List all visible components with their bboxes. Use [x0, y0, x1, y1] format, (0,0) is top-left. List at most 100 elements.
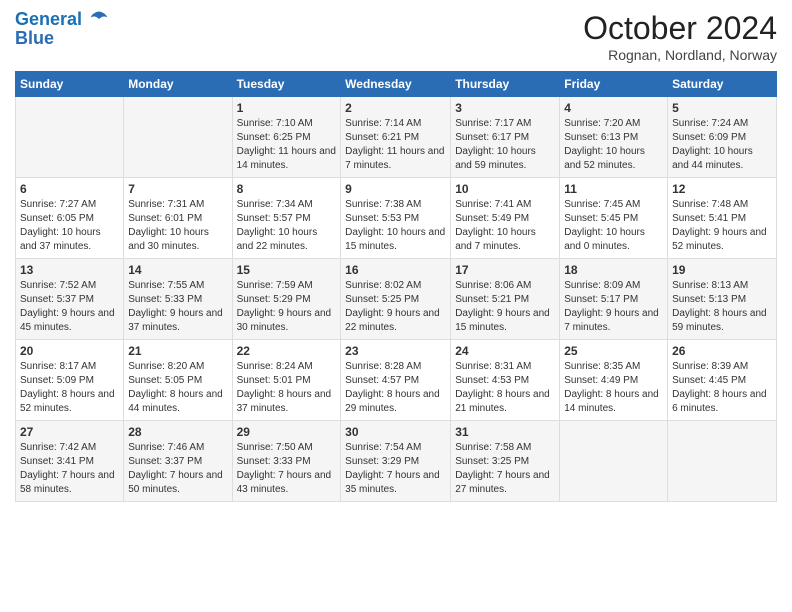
day-info: Sunrise: 7:17 AMSunset: 6:17 PMDaylight:…	[455, 117, 555, 173]
calendar-cell: 7 Sunrise: 7:31 AMSunset: 6:01 PMDaylight…	[124, 178, 232, 259]
col-header-wednesday: Wednesday	[341, 72, 451, 97]
day-number: 17	[455, 263, 555, 277]
day-number: 31	[455, 425, 555, 439]
week-row-2: 6 Sunrise: 7:27 AMSunset: 6:05 PMDaylight…	[16, 178, 777, 259]
calendar-cell: 6 Sunrise: 7:27 AMSunset: 6:05 PMDaylight…	[16, 178, 124, 259]
logo: General Blue	[15, 10, 109, 49]
calendar-cell: 24 Sunrise: 8:31 AMSunset: 4:53 PMDayligh…	[451, 340, 560, 421]
calendar-cell: 12Sunrise: 7:48 AMSunset: 5:41 PMDayligh…	[668, 178, 777, 259]
day-info: Sunrise: 7:48 AMSunset: 5:41 PMDaylight:…	[672, 198, 772, 254]
calendar-cell: 3 Sunrise: 7:17 AMSunset: 6:17 PMDaylight…	[451, 97, 560, 178]
day-number: 1	[237, 101, 337, 115]
day-info: Sunrise: 8:24 AMSunset: 5:01 PMDaylight:…	[237, 360, 337, 416]
col-header-sunday: Sunday	[16, 72, 124, 97]
col-header-saturday: Saturday	[668, 72, 777, 97]
day-info: Sunrise: 7:27 AMSunset: 6:05 PMDaylight:…	[20, 198, 119, 254]
calendar-cell: 21 Sunrise: 8:20 AMSunset: 5:05 PMDayligh…	[124, 340, 232, 421]
day-info: Sunrise: 8:06 AMSunset: 5:21 PMDaylight:…	[455, 279, 555, 335]
day-info: Sunrise: 7:14 AMSunset: 6:21 PMDaylight:…	[345, 117, 446, 173]
day-info: Sunrise: 8:02 AMSunset: 5:25 PMDaylight:…	[345, 279, 446, 335]
title-block: October 2024 Rognan, Nordland, Norway	[583, 10, 777, 63]
day-info: Sunrise: 8:09 AMSunset: 5:17 PMDaylight:…	[564, 279, 663, 335]
day-number: 6	[20, 182, 119, 196]
col-header-tuesday: Tuesday	[232, 72, 341, 97]
calendar-cell: 8 Sunrise: 7:34 AMSunset: 5:57 PMDaylight…	[232, 178, 341, 259]
logo-bird-icon	[89, 9, 109, 29]
calendar-cell: 5Sunrise: 7:24 AMSunset: 6:09 PMDaylight…	[668, 97, 777, 178]
subtitle: Rognan, Nordland, Norway	[583, 47, 777, 63]
day-info: Sunrise: 7:45 AMSunset: 5:45 PMDaylight:…	[564, 198, 663, 254]
day-info: Sunrise: 8:31 AMSunset: 4:53 PMDaylight:…	[455, 360, 555, 416]
day-number: 2	[345, 101, 446, 115]
calendar-cell: 29 Sunrise: 7:50 AMSunset: 3:33 PMDayligh…	[232, 421, 341, 502]
calendar-cell: 23 Sunrise: 8:28 AMSunset: 4:57 PMDayligh…	[341, 340, 451, 421]
logo-line2: Blue	[15, 28, 109, 49]
day-info: Sunrise: 8:35 AMSunset: 4:49 PMDaylight:…	[564, 360, 663, 416]
calendar-cell: 30 Sunrise: 7:54 AMSunset: 3:29 PMDayligh…	[341, 421, 451, 502]
calendar-cell: 2 Sunrise: 7:14 AMSunset: 6:21 PMDaylight…	[341, 97, 451, 178]
calendar-cell: 31Sunrise: 7:58 AMSunset: 3:25 PMDayligh…	[451, 421, 560, 502]
day-number: 28	[128, 425, 227, 439]
day-info: Sunrise: 7:31 AMSunset: 6:01 PMDaylight:…	[128, 198, 227, 254]
day-number: 19	[672, 263, 772, 277]
calendar-cell: 16Sunrise: 8:02 AMSunset: 5:25 PMDayligh…	[341, 259, 451, 340]
day-info: Sunrise: 8:39 AMSunset: 4:45 PMDaylight:…	[672, 360, 772, 416]
day-info: Sunrise: 7:20 AMSunset: 6:13 PMDaylight:…	[564, 117, 663, 173]
day-number: 11	[564, 182, 663, 196]
day-number: 25	[564, 344, 663, 358]
day-info: Sunrise: 7:54 AMSunset: 3:29 PMDaylight:…	[345, 441, 446, 497]
calendar-cell: 25 Sunrise: 8:35 AMSunset: 4:49 PMDayligh…	[560, 340, 668, 421]
header: General Blue October 2024 Rognan, Nordla…	[15, 10, 777, 63]
day-number: 27	[20, 425, 119, 439]
day-info: Sunrise: 7:50 AMSunset: 3:33 PMDaylight:…	[237, 441, 337, 497]
main-title: October 2024	[583, 10, 777, 47]
day-info: Sunrise: 8:13 AMSunset: 5:13 PMDaylight:…	[672, 279, 772, 335]
day-number: 30	[345, 425, 446, 439]
day-info: Sunrise: 7:42 AMSunset: 3:41 PMDaylight:…	[20, 441, 119, 497]
day-info: Sunrise: 8:20 AMSunset: 5:05 PMDaylight:…	[128, 360, 227, 416]
calendar-cell: 18 Sunrise: 8:09 AMSunset: 5:17 PMDayligh…	[560, 259, 668, 340]
day-number: 8	[237, 182, 337, 196]
day-number: 18	[564, 263, 663, 277]
day-number: 10	[455, 182, 555, 196]
header-row: SundayMondayTuesdayWednesdayThursdayFrid…	[16, 72, 777, 97]
day-number: 24	[455, 344, 555, 358]
day-number: 13	[20, 263, 119, 277]
day-info: Sunrise: 7:46 AMSunset: 3:37 PMDaylight:…	[128, 441, 227, 497]
day-info: Sunrise: 8:17 AMSunset: 5:09 PMDaylight:…	[20, 360, 119, 416]
calendar-cell	[668, 421, 777, 502]
day-number: 15	[237, 263, 337, 277]
col-header-friday: Friday	[560, 72, 668, 97]
calendar-cell	[124, 97, 232, 178]
day-number: 3	[455, 101, 555, 115]
calendar-cell: 17 Sunrise: 8:06 AMSunset: 5:21 PMDayligh…	[451, 259, 560, 340]
calendar-cell: 27 Sunrise: 7:42 AMSunset: 3:41 PMDayligh…	[16, 421, 124, 502]
day-info: Sunrise: 7:34 AMSunset: 5:57 PMDaylight:…	[237, 198, 337, 254]
calendar-cell: 14Sunrise: 7:55 AMSunset: 5:33 PMDayligh…	[124, 259, 232, 340]
calendar-cell: 15Sunrise: 7:59 AMSunset: 5:29 PMDayligh…	[232, 259, 341, 340]
day-number: 7	[128, 182, 227, 196]
day-info: Sunrise: 7:24 AMSunset: 6:09 PMDaylight:…	[672, 117, 772, 173]
day-info: Sunrise: 8:28 AMSunset: 4:57 PMDaylight:…	[345, 360, 446, 416]
calendar-cell: 9Sunrise: 7:38 AMSunset: 5:53 PMDaylight…	[341, 178, 451, 259]
calendar-cell: 22 Sunrise: 8:24 AMSunset: 5:01 PMDayligh…	[232, 340, 341, 421]
week-row-3: 13Sunrise: 7:52 AMSunset: 5:37 PMDayligh…	[16, 259, 777, 340]
day-number: 29	[237, 425, 337, 439]
calendar-cell: 26 Sunrise: 8:39 AMSunset: 4:45 PMDayligh…	[668, 340, 777, 421]
calendar-cell	[16, 97, 124, 178]
day-number: 14	[128, 263, 227, 277]
calendar-cell: 11 Sunrise: 7:45 AMSunset: 5:45 PMDayligh…	[560, 178, 668, 259]
day-number: 4	[564, 101, 663, 115]
day-number: 26	[672, 344, 772, 358]
day-number: 21	[128, 344, 227, 358]
day-number: 23	[345, 344, 446, 358]
week-row-4: 20Sunrise: 8:17 AMSunset: 5:09 PMDayligh…	[16, 340, 777, 421]
calendar-cell: 20Sunrise: 8:17 AMSunset: 5:09 PMDayligh…	[16, 340, 124, 421]
calendar-cell: 10 Sunrise: 7:41 AMSunset: 5:49 PMDayligh…	[451, 178, 560, 259]
col-header-monday: Monday	[124, 72, 232, 97]
calendar-cell: 4 Sunrise: 7:20 AMSunset: 6:13 PMDaylight…	[560, 97, 668, 178]
calendar-table: SundayMondayTuesdayWednesdayThursdayFrid…	[15, 71, 777, 502]
day-number: 22	[237, 344, 337, 358]
day-info: Sunrise: 7:41 AMSunset: 5:49 PMDaylight:…	[455, 198, 555, 254]
week-row-5: 27 Sunrise: 7:42 AMSunset: 3:41 PMDayligh…	[16, 421, 777, 502]
